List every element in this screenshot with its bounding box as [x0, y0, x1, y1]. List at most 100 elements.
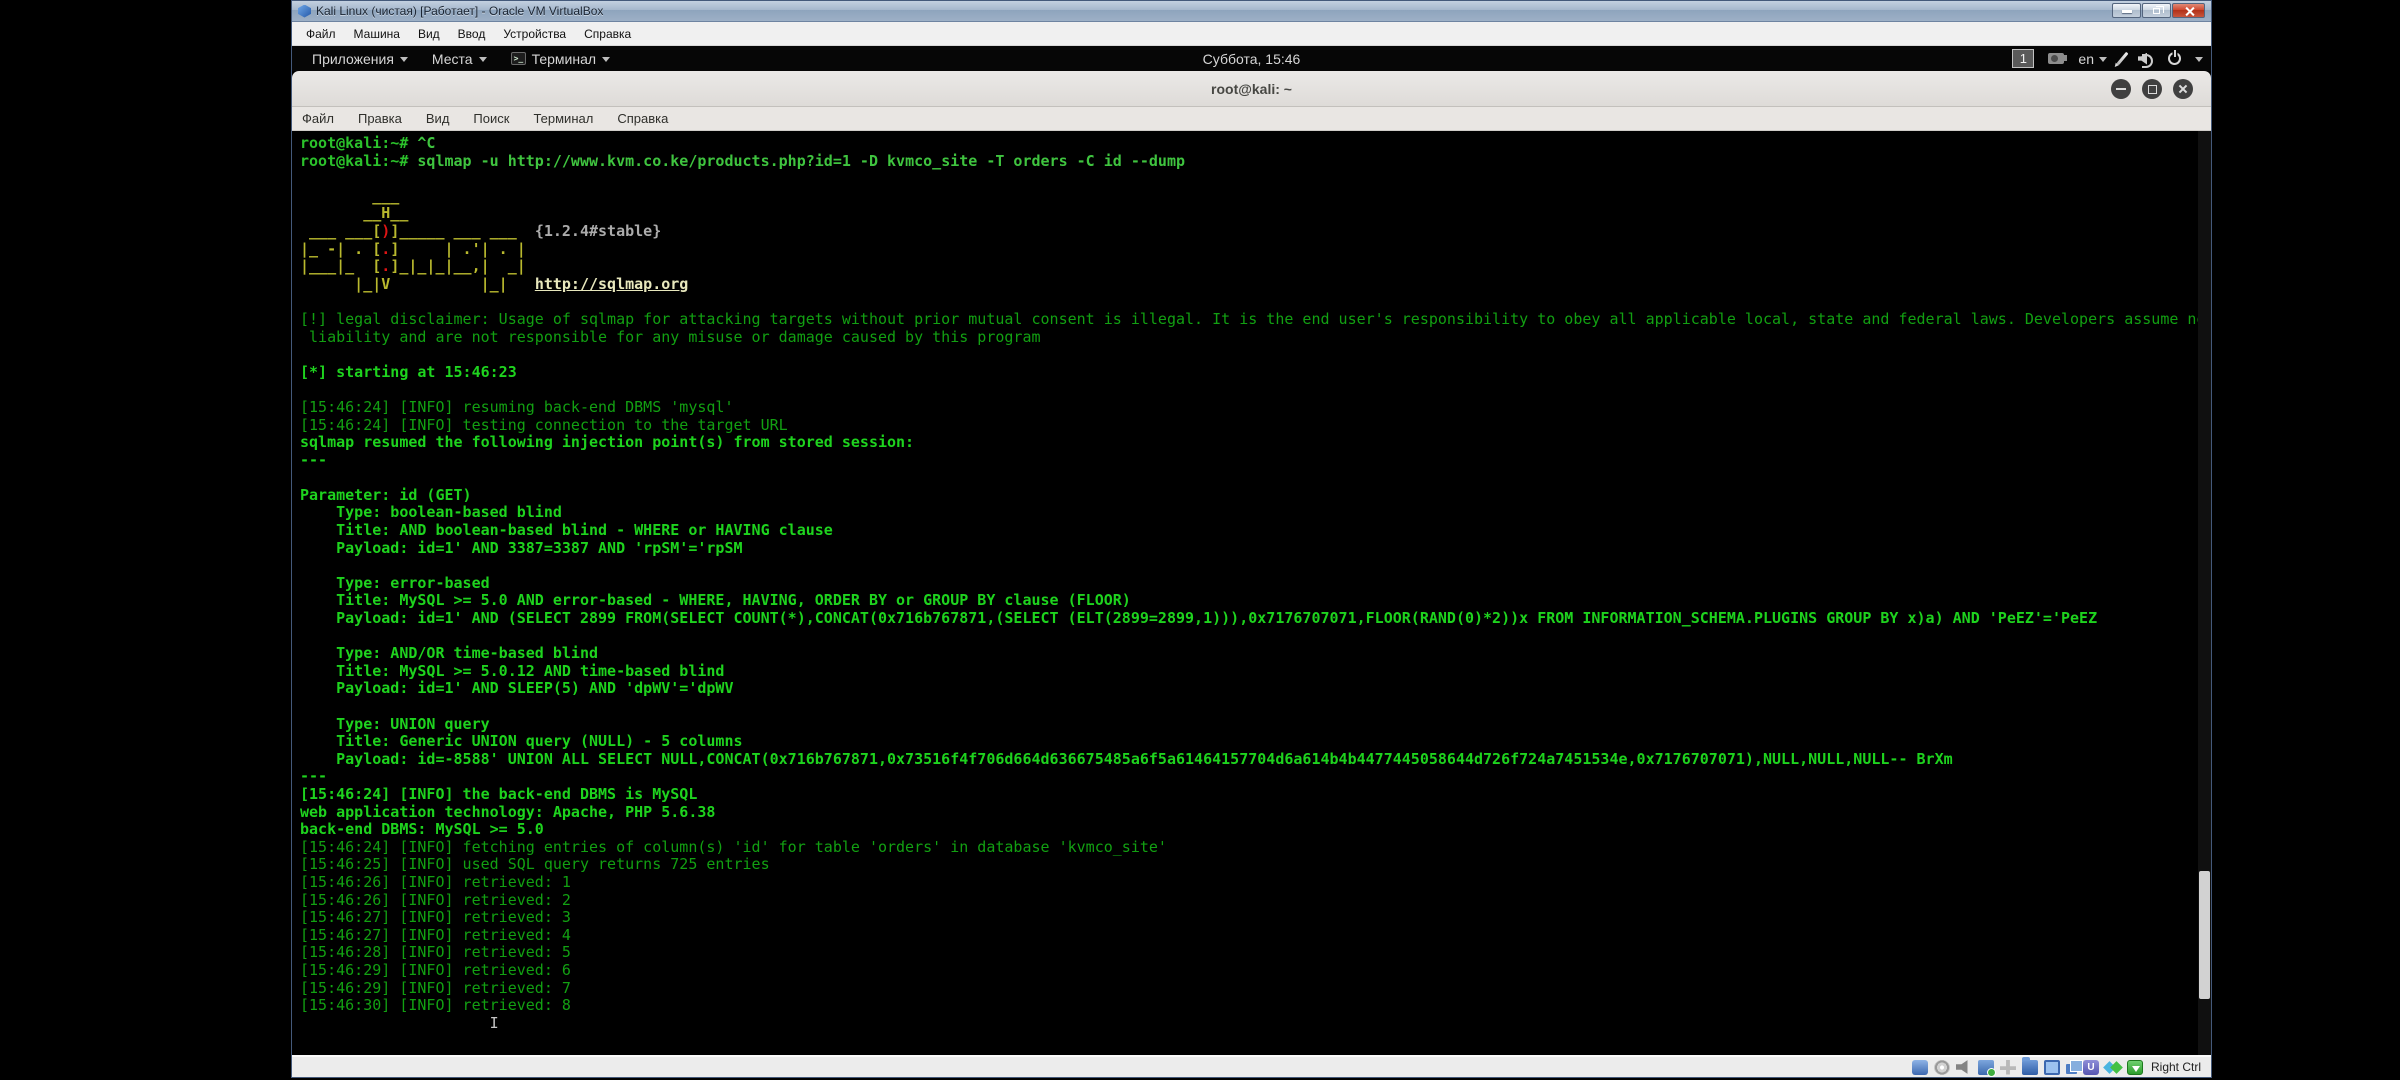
- terminal-text-segment: ^C: [408, 134, 435, 152]
- terminal-app-menu[interactable]: >_ Терминал: [499, 46, 622, 71]
- terminal-text-segment: Type: UNION query: [300, 715, 490, 733]
- features-chip-icon[interactable]: U: [2083, 1060, 2099, 1075]
- terminal-line: [300, 293, 2211, 311]
- terminal-line: [15:46:29] [INFO] retrieved: 7: [300, 980, 2211, 998]
- terminal-icon: >_: [511, 52, 526, 65]
- display-icon[interactable]: [2044, 1060, 2060, 1075]
- terminal-line: |_|V |_| http://sqlmap.org: [300, 276, 2211, 294]
- chevron-down-icon[interactable]: [2195, 57, 2203, 62]
- workspace-switcher[interactable]: 1: [2012, 49, 2034, 68]
- clock[interactable]: Суббота, 15:46: [1203, 51, 1301, 67]
- panel-tray: 1 en: [2012, 46, 2203, 71]
- terminal-text-segment: ]_____ ___ ___: [390, 222, 535, 240]
- network-icon[interactable]: [1978, 1060, 1994, 1075]
- pen-icon[interactable]: [2117, 52, 2129, 65]
- terminal-minimize-button[interactable]: [2111, 79, 2131, 99]
- terminal-text-segment: Title: Generic UNION query (NULL) - 5 co…: [300, 732, 743, 750]
- video-capture-icon[interactable]: [2066, 1064, 2077, 1074]
- terminal-close-button[interactable]: [2173, 79, 2193, 99]
- terminal-text-segment: [15:46:26] [INFO] retrieved: 1: [300, 873, 571, 891]
- menu-help[interactable]: Справка: [575, 27, 640, 41]
- minimize-button[interactable]: [2112, 3, 2141, 18]
- menu-devices[interactable]: Устройства: [494, 27, 575, 41]
- terminal-line: [15:46:29] [INFO] retrieved: 6: [300, 962, 2211, 980]
- menu-file[interactable]: Файл: [297, 27, 345, 41]
- terminal-line: [300, 628, 2211, 646]
- terminal-line: ---: [300, 452, 2211, 470]
- terminal-text-segment: web application technology: Apache, PHP …: [300, 803, 715, 821]
- terminal-menu-file[interactable]: Файл: [292, 111, 346, 126]
- terminal-line: Payload: id=1' AND 3387=3387 AND 'rpSM'=…: [300, 540, 2211, 558]
- terminal-line: root@kali:~# sqlmap -u http://www.kvm.co…: [300, 153, 2211, 171]
- terminal-text-segment: back-end DBMS: MySQL >= 5.0: [300, 820, 544, 838]
- terminal-scrollbar[interactable]: [2198, 131, 2211, 1057]
- terminal-menu-edit[interactable]: Правка: [346, 111, 414, 126]
- menu-machine[interactable]: Машина: [345, 27, 409, 41]
- restore-button[interactable]: [2142, 3, 2171, 18]
- terminal-line: [300, 170, 2211, 188]
- terminal-line: root@kali:~# ^C: [300, 135, 2211, 153]
- terminal-text-segment: sqlmap -u http://www.kvm.co.ke/products.…: [408, 152, 1185, 170]
- terminal-text-segment: __H__: [300, 204, 408, 222]
- terminal-text-segment: [15:46:29] [INFO] retrieved: 6: [300, 961, 571, 979]
- terminal-text-segment: Title: MySQL >= 5.0 AND error-based - WH…: [300, 591, 1131, 609]
- terminal-maximize-button[interactable]: [2142, 79, 2162, 99]
- menu-view[interactable]: Вид: [409, 27, 449, 41]
- terminal-link[interactable]: http://sqlmap.org: [535, 275, 689, 293]
- terminal-line: __H__: [300, 205, 2211, 223]
- terminal-line: |_ -| . [.] | .'| . |: [300, 241, 2211, 259]
- optical-disc-icon[interactable]: [1934, 1060, 1950, 1075]
- chevron-down-icon: [602, 57, 610, 62]
- terminal-text-segment: ---: [300, 767, 327, 785]
- terminal-titlebar[interactable]: root@kali: ~: [292, 71, 2211, 107]
- kali-top-panel: Приложения Места >_ Терминал Суббота, 15…: [292, 46, 2211, 71]
- terminal-line: Title: AND boolean-based blind - WHERE o…: [300, 522, 2211, 540]
- terminal-text-segment: |___|_ [: [300, 257, 381, 275]
- virtualbox-window: Kali Linux (чистая) [Работает] - Oracle …: [291, 0, 2212, 1078]
- terminal-text-segment: Type: boolean-based blind: [300, 503, 562, 521]
- places-menu[interactable]: Места: [420, 46, 499, 71]
- terminal-line: Title: MySQL >= 5.0.12 AND time-based bl…: [300, 663, 2211, 681]
- shared-folders-icon[interactable]: [2022, 1060, 2038, 1075]
- terminal-text-segment: |_|V |_|: [300, 275, 535, 293]
- hard-disk-icon[interactable]: [1912, 1060, 1928, 1075]
- io-arrow-icon[interactable]: [2127, 1060, 2143, 1075]
- terminal-line: [*] starting at 15:46:23: [300, 364, 2211, 382]
- terminal-line: [!] legal disclaimer: Usage of sqlmap fo…: [300, 311, 2211, 329]
- terminal-text-segment: Type: AND/OR time-based blind: [300, 644, 598, 662]
- virtualbox-menubar: Файл Машина Вид Ввод Устройства Справка: [292, 22, 2211, 46]
- usb-icon[interactable]: [2000, 1060, 2016, 1075]
- terminal-content[interactable]: root@kali:~# ^Croot@kali:~# sqlmap -u ht…: [292, 131, 2211, 1057]
- audio-icon[interactable]: [1956, 1060, 1972, 1075]
- terminal-text-segment: [15:46:24] [INFO] testing connection to …: [300, 416, 788, 434]
- terminal-text-segment: [15:46:29] [INFO] retrieved: 7: [300, 979, 571, 997]
- terminal-text-segment: Title: AND boolean-based blind - WHERE o…: [300, 521, 833, 539]
- window-controls: [2111, 3, 2205, 18]
- terminal-text-segment: root@kali:~#: [300, 152, 408, 170]
- terminal-menubar: Файл Правка Вид Поиск Терминал Справка: [292, 107, 2211, 131]
- keyboard-layout-indicator[interactable]: en: [2078, 51, 2107, 67]
- terminal-menu-search[interactable]: Поиск: [461, 111, 521, 126]
- terminal-text-segment: |_ -| . [: [300, 240, 381, 258]
- terminal-text-segment: ): [381, 222, 390, 240]
- terminal-menu-view[interactable]: Вид: [414, 111, 462, 126]
- volume-icon[interactable]: [2138, 52, 2154, 66]
- terminal-line: ___ ___[)]_____ ___ ___ {1.2.4#stable}: [300, 223, 2211, 241]
- menu-input[interactable]: Ввод: [449, 27, 495, 41]
- screen-recorder-icon[interactable]: [2048, 53, 2064, 64]
- close-button[interactable]: [2172, 3, 2205, 18]
- terminal-text-segment: ___ ___[: [300, 222, 381, 240]
- mouse-integration-icon[interactable]: [2105, 1060, 2121, 1075]
- terminal-line: [15:46:28] [INFO] retrieved: 5: [300, 944, 2211, 962]
- applications-menu[interactable]: Приложения: [292, 46, 420, 71]
- terminal-line: [15:46:30] [INFO] retrieved: 8: [300, 997, 2211, 1015]
- terminal-menu-help[interactable]: Справка: [605, 111, 680, 126]
- power-icon[interactable]: [2168, 52, 2181, 65]
- window-titlebar[interactable]: Kali Linux (чистая) [Работает] - Oracle …: [292, 1, 2211, 22]
- terminal-line: [300, 346, 2211, 364]
- terminal-menu-terminal[interactable]: Терминал: [521, 111, 605, 126]
- terminal-text-segment: sqlmap resumed the following injection p…: [300, 433, 914, 451]
- terminal-text-segment: [15:46:30] [INFO] retrieved: 8: [300, 996, 571, 1014]
- terminal-text-segment: .: [381, 240, 390, 258]
- scrollbar-thumb[interactable]: [2199, 871, 2210, 999]
